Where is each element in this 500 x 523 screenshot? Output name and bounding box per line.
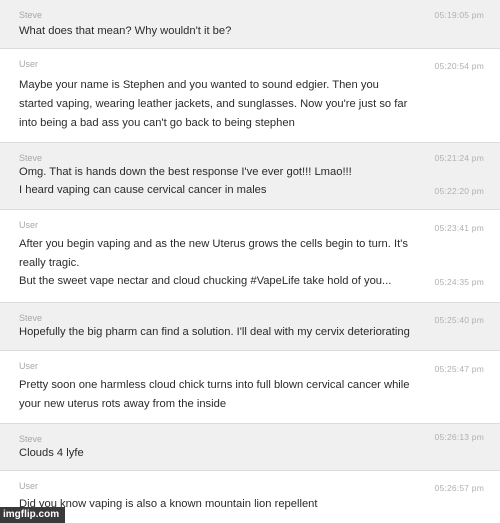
message-steve: Steve 05:26:13 pm Clouds 4 lyfe <box>0 424 500 471</box>
timestamp: 05:21:24 pm <box>434 153 484 163</box>
timestamp: 05:24:35 pm <box>434 277 484 287</box>
timestamp: 05:23:41 pm <box>434 223 484 233</box>
timestamp: 05:22:20 pm <box>434 186 484 196</box>
message-text: Hopefully the big pharm can find a solut… <box>19 326 410 338</box>
message-text: After you begin vaping and as the new Ut… <box>19 238 408 250</box>
timestamp: 05:26:13 pm <box>434 432 484 442</box>
chat-transcript: Steve 05:19:05 pm What does that mean? W… <box>0 0 500 523</box>
message-user: User 05:20:54 pm Maybe your name is Step… <box>0 49 500 143</box>
message-text: your new uterus rots away from the insid… <box>19 398 227 410</box>
sender-name: User <box>19 481 39 491</box>
sender-name: User <box>19 59 39 69</box>
timestamp: 05:20:54 pm <box>434 61 484 71</box>
sender-name: Steve <box>19 10 43 20</box>
message-user: User 05:23:41 pm After you begin vaping … <box>0 210 500 303</box>
message-text: Pretty soon one harmless cloud chick tur… <box>19 379 410 391</box>
message-text: What does that mean? Why wouldn't it be? <box>19 25 232 37</box>
timestamp: 05:25:40 pm <box>434 315 484 325</box>
message-text: But the sweet vape nectar and cloud chuc… <box>19 275 392 287</box>
timestamp: 05:26:57 pm <box>434 483 484 493</box>
sender-name: User <box>19 220 39 230</box>
timestamp: 05:25:47 pm <box>434 364 484 374</box>
message-text: really tragic. <box>19 257 80 269</box>
message-user: User 05:25:47 pm Pretty soon one harmles… <box>0 351 500 424</box>
timestamp: 05:19:05 pm <box>434 10 484 20</box>
sender-name: Steve <box>19 313 43 323</box>
sender-name: Steve <box>19 434 43 444</box>
message-steve: Steve 05:25:40 pm Hopefully the big phar… <box>0 303 500 351</box>
message-text: Maybe your name is Stephen and you wante… <box>19 79 379 91</box>
sender-name: Steve <box>19 153 43 163</box>
message-text: started vaping, wearing leather jackets,… <box>19 98 408 110</box>
message-text: into being a bad ass you can't go back t… <box>19 117 295 129</box>
message-steve: Steve 05:21:24 pm Omg. That is hands dow… <box>0 143 500 210</box>
message-steve: Steve 05:19:05 pm What does that mean? W… <box>0 0 500 49</box>
message-text: Clouds 4 lyfe <box>19 447 84 459</box>
message-user: User 05:26:57 pm Did you know vaping is … <box>0 471 500 523</box>
sender-name: User <box>19 361 39 371</box>
message-text: Omg. That is hands down the best respons… <box>19 166 352 178</box>
message-text: I heard vaping can cause cervical cancer… <box>19 184 267 196</box>
imgflip-watermark: imgflip.com <box>0 507 65 523</box>
